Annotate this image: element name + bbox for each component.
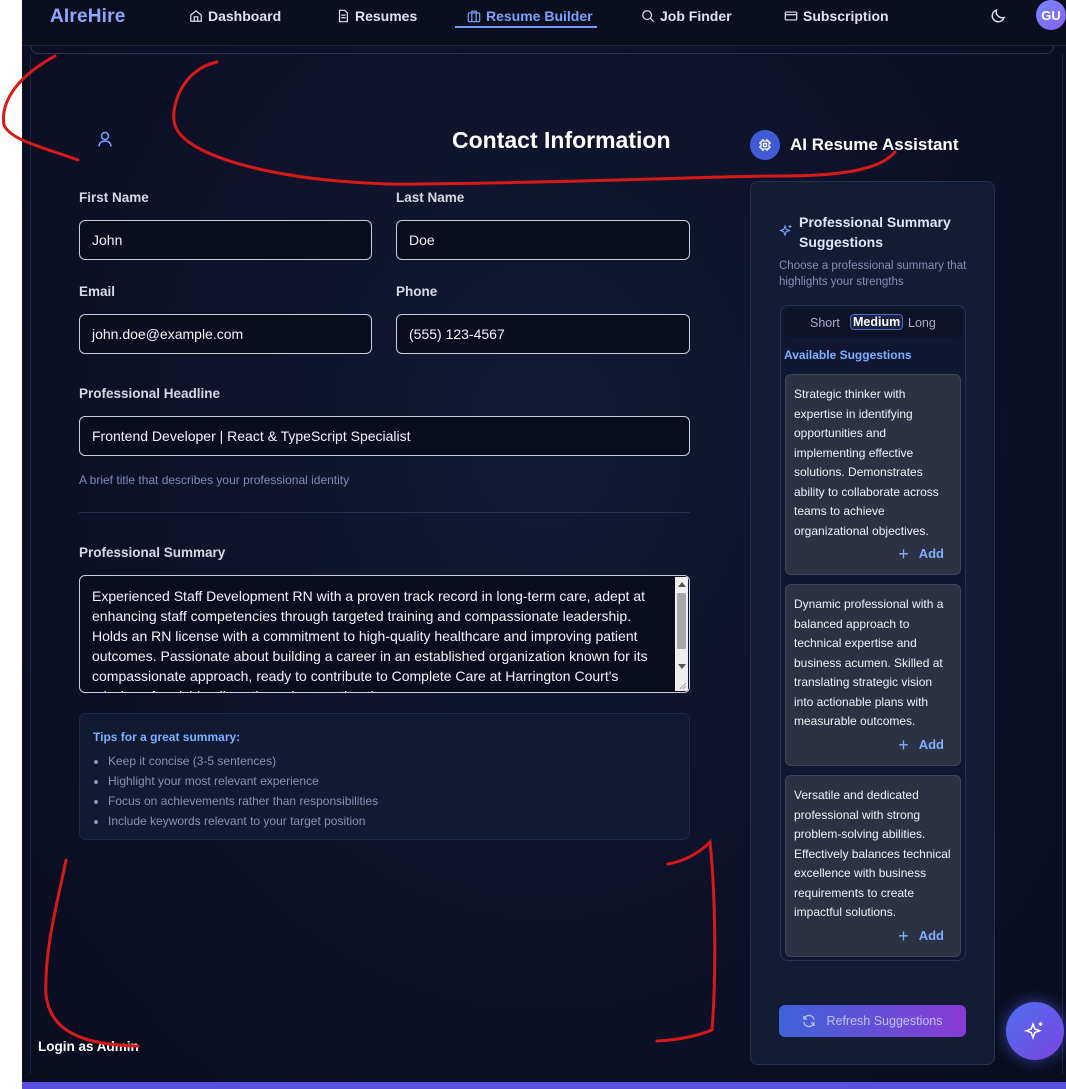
ai-assistant-title: AI Resume Assistant	[790, 135, 959, 154]
summary-tips: Tips for a great summary: Keep it concis…	[79, 713, 690, 840]
last-name-label: Last Name	[396, 190, 465, 205]
add-suggestion-button[interactable]: + Add	[898, 734, 944, 755]
plus-icon: +	[898, 925, 909, 946]
scroll-up-arrow-icon[interactable]	[678, 582, 686, 587]
tab-medium[interactable]: Medium	[850, 314, 904, 330]
suggestions-description: Choose a professional summary that highl…	[779, 260, 967, 288]
textarea-scrollbar[interactable]	[675, 577, 688, 691]
add-label: Add	[918, 546, 944, 561]
suggestion-card: Versatile and dedicated professional wit…	[785, 775, 961, 957]
moon-icon[interactable]	[991, 7, 1007, 23]
card-icon	[784, 11, 798, 21]
active-tab-indicator	[455, 26, 597, 28]
add-label: Add	[918, 737, 944, 752]
tips-title: Tips for a great summary:	[93, 730, 241, 744]
headline-hint: A brief title that describes your profes…	[79, 473, 350, 487]
bottom-accent-bar	[22, 1082, 1066, 1089]
panel-top-edge	[30, 46, 1054, 54]
app-window: AIreHire Dashboard Resumes Resume Builde…	[22, 0, 1066, 1089]
suggestion-text: Dynamic professional with a balanced app…	[794, 597, 944, 728]
scroll-down-arrow-icon[interactable]	[678, 664, 686, 669]
nav-label: Resumes	[355, 8, 418, 24]
resize-handle-icon[interactable]	[677, 680, 687, 690]
headline-field[interactable]: Frontend Developer | React & TypeScript …	[79, 416, 690, 456]
tip-item: Include keywords relevant to your target…	[108, 814, 378, 834]
tip-item: Highlight your most relevant experience	[108, 774, 378, 794]
top-nav: AIreHire Dashboard Resumes Resume Builde…	[22, 0, 1066, 46]
suggestion-card: Dynamic professional with a balanced app…	[785, 584, 961, 766]
suggestions-title: Professional Summary Suggestions	[799, 214, 951, 250]
brand-logo[interactable]: AIreHire	[50, 6, 126, 28]
suggestion-card: Strategic thinker with expertise in iden…	[785, 374, 961, 575]
nav-item-resume-builder[interactable]: Resume Builder	[467, 8, 593, 24]
add-label: Add	[918, 928, 944, 943]
nav-item-resumes[interactable]: Resumes	[336, 8, 417, 24]
nav-item-job-finder[interactable]: Job Finder	[641, 8, 732, 24]
briefcase-icon	[467, 10, 481, 23]
add-suggestion-button[interactable]: + Add	[898, 925, 944, 946]
ai-fab-button[interactable]	[1006, 1002, 1064, 1060]
headline-label: Professional Headline	[79, 386, 221, 401]
sparkle-icon	[779, 224, 792, 237]
tip-item: Keep it concise (3-5 sentences)	[108, 754, 378, 774]
add-suggestion-button[interactable]: + Add	[898, 543, 944, 564]
tip-item: Focus on achievements rather than respon…	[108, 794, 378, 814]
last-name-field[interactable]: Doe	[396, 220, 690, 260]
tips-list: Keep it concise (3-5 sentences) Highligh…	[108, 754, 378, 834]
user-icon	[98, 131, 112, 147]
available-suggestions-label: Available Suggestions	[784, 348, 912, 362]
nav-item-subscription[interactable]: Subscription	[784, 8, 889, 24]
suggestion-text: Versatile and dedicated professional wit…	[794, 788, 951, 919]
phone-field[interactable]: (555) 123-4567	[396, 314, 690, 354]
scroll-thumb[interactable]	[677, 593, 686, 649]
suggestions-box: Short Medium Long Available Suggestions …	[780, 305, 966, 961]
email-label: Email	[79, 284, 116, 299]
summary-text: Experienced Staff Development RN with a …	[92, 588, 648, 692]
login-as-admin-link[interactable]: Login as Admin	[38, 1039, 139, 1054]
ai-assistant-header: AI Resume Assistant	[750, 130, 958, 160]
summary-label: Professional Summary	[79, 545, 226, 560]
section-divider	[79, 512, 690, 513]
nav-item-dashboard[interactable]: Dashboard	[189, 8, 281, 24]
tab-long[interactable]: Long	[908, 316, 936, 330]
refresh-icon	[803, 1014, 816, 1028]
file-icon	[338, 9, 348, 23]
length-tabs: Short Medium Long	[784, 309, 962, 337]
email-field[interactable]: john.doe@example.com	[79, 314, 372, 354]
refresh-label: Refresh Suggestions	[826, 1014, 943, 1028]
plus-icon: +	[898, 734, 909, 755]
avatar[interactable]: GU	[1036, 0, 1066, 30]
home-icon	[190, 9, 202, 22]
nav-label: Dashboard	[208, 8, 282, 24]
phone-label: Phone	[396, 284, 438, 299]
summary-textarea[interactable]: Experienced Staff Development RN with a …	[79, 575, 690, 693]
page-title: Contact Information	[452, 127, 671, 153]
chip-icon	[750, 130, 780, 160]
tab-short[interactable]: Short	[810, 316, 840, 330]
sparkle-icon	[1024, 1021, 1043, 1040]
nav-label: Job Finder	[660, 8, 732, 24]
refresh-suggestions-button[interactable]: Refresh Suggestions	[779, 1005, 966, 1037]
ai-assistant-panel: Professional Summary Suggestions Choose …	[750, 181, 995, 1065]
nav-label: Subscription	[803, 8, 889, 24]
panel-border-right	[1062, 54, 1063, 1074]
nav-label: Resume Builder	[486, 8, 593, 24]
first-name-label: First Name	[79, 190, 149, 205]
panel-border-left	[30, 54, 31, 1074]
suggestion-text: Strategic thinker with expertise in iden…	[794, 387, 939, 538]
first-name-field[interactable]: John	[79, 220, 372, 260]
search-icon	[642, 10, 655, 23]
plus-icon: +	[898, 543, 909, 564]
